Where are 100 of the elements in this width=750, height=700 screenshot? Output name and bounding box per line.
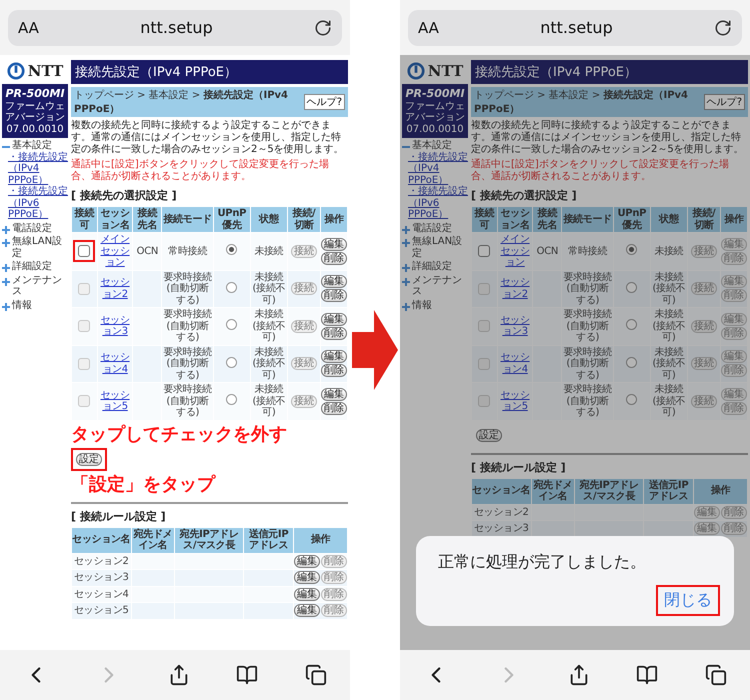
radio-button[interactable] (626, 244, 638, 255)
page-title: 接続先設定（IPv4 PPPoE） (71, 60, 348, 84)
column-header: 宛先IPアドレス/マスク長 (574, 478, 644, 504)
sidebar-item[interactable]: 基本設定 (402, 140, 468, 152)
column-header: 宛先ドメイン名 (531, 478, 575, 504)
minus-icon (2, 143, 10, 151)
section-heading: [ 接続ルール設定 ] (71, 508, 167, 524)
session-link[interactable]: メインセッション (98, 234, 132, 268)
table-button[interactable]: 編集 (294, 604, 320, 618)
section-heading: [ 接続先の選択設定 ] (471, 188, 578, 203)
sidebar-item[interactable]: 電話設定 (402, 222, 468, 234)
address-bar[interactable]: AA ntt.setup (8, 10, 342, 46)
table-cell: OCN (532, 232, 562, 270)
set-button[interactable]: 設定 (476, 428, 502, 442)
column-header: セッション名 (497, 206, 533, 232)
table-cell: 要求時接続(自動切断する) (562, 345, 614, 382)
table-cell: 要求時接続(自動切断する) (162, 308, 214, 345)
column-header: 接続/切断 (687, 206, 720, 232)
table-cell: 未接続(接続不可) (650, 270, 688, 308)
table-cell: 要求時接続(自動切断する) (562, 270, 614, 308)
sidebar-item[interactable]: 基本設定 (2, 140, 68, 152)
reload-icon[interactable] (714, 18, 732, 36)
callout-text: 「設定」をタップ (71, 474, 217, 496)
table-cell: 要求時接続(自動切断する) (162, 382, 214, 420)
column-header: 操作 (693, 478, 748, 504)
sidebar-item[interactable]: 情報 (402, 300, 468, 311)
page-title: 接続先設定（IPv4 PPPoE） (471, 60, 748, 84)
logo-text: NTT (428, 62, 464, 80)
section-heading: [ 接続ルール設定 ] (471, 460, 567, 474)
text-size-button[interactable]: AA (418, 18, 439, 36)
table-cell: 未接続 (250, 232, 288, 270)
firmware-label: ファームウェアバージョン (4, 101, 66, 123)
column-header: 操作 (720, 206, 748, 232)
breadcrumb: トップページ > 基本設定 > 接続先設定（IPv4 PPPoE） (74, 88, 290, 116)
text-size-button[interactable]: AA (18, 18, 39, 36)
column-header: UPnP優先 (613, 206, 650, 232)
sidebar-item[interactable]: 詳細設定 (402, 261, 468, 272)
table-button[interactable]: 編集 (320, 238, 347, 251)
reload-icon[interactable] (314, 18, 332, 36)
description-text: 複数の接続先と同時に接続するよう設定することができます。通常の通信にはメインセッションを使用し、指定した特定の条件に一致した場合のみセッション2～5を使用します。 (71, 120, 345, 156)
table-cell: 未接続(接続不可) (250, 345, 288, 382)
table-cell: 常時接続 (562, 232, 614, 270)
column-header: 接続モード (562, 206, 614, 232)
table-cell: 未接続(接続不可) (650, 382, 688, 420)
column-header: 状態 (250, 206, 288, 232)
url-text: ntt.setup (139, 18, 214, 37)
column-header: 送信元IPアドレス (244, 527, 294, 554)
set-button[interactable]: 設定 (76, 453, 102, 466)
firmware-version: 07.00.0010 (6, 124, 64, 135)
table-cell: 未接続(接続不可) (250, 308, 288, 345)
plus-icon (402, 302, 410, 310)
table-button[interactable]: 編集 (294, 588, 320, 601)
sidebar-item[interactable]: 詳細設定 (2, 261, 68, 272)
url-text: ntt.setup (539, 18, 614, 37)
table-button[interactable]: 編集 (294, 554, 320, 568)
logo-icon (6, 62, 25, 80)
table-cell: 要求時接続(自動切断する) (162, 345, 214, 382)
bookmarks-icon[interactable] (236, 664, 258, 686)
tabs-icon[interactable] (704, 664, 727, 686)
help-button[interactable]: ヘルプ? (704, 94, 745, 110)
column-header: セッション名 (472, 478, 532, 504)
sidebar-item[interactable]: 電話設定 (2, 222, 68, 234)
minus-icon (402, 143, 410, 151)
close-button[interactable]: 閉じる (656, 584, 720, 616)
breadcrumb: トップページ > 基本設定 > 接続先設定（IPv4 PPPoE） (474, 88, 690, 116)
checkbox[interactable] (78, 245, 90, 258)
sidebar-link[interactable]: ・接続先設定（IPv6 PPPoE） (2, 186, 68, 220)
column-header: 状態 (650, 206, 688, 232)
sidebar-item[interactable]: メンテナンス (2, 274, 68, 298)
column-header: 操作 (320, 206, 348, 232)
column-header: UPnP優先 (213, 206, 250, 232)
session-link[interactable]: メインセッション (498, 234, 532, 268)
sidebar-item[interactable]: 情報 (2, 300, 68, 311)
sidebar-link[interactable]: ・接続先設定（IPv6 PPPoE） (402, 186, 468, 220)
logo-text: NTT (28, 62, 64, 80)
sidebar-link[interactable]: ・接続先設定（IPv4 PPPoE） (402, 152, 468, 186)
column-header: 接続/切断 (287, 206, 320, 232)
sidebar-item[interactable]: メンテナンス (402, 274, 468, 298)
checkbox[interactable] (478, 245, 490, 258)
sidebar-item[interactable]: 無線LAN設定 (2, 236, 68, 259)
sidebar-item[interactable]: 無線LAN設定 (402, 236, 468, 259)
table-cell: セッション4 (72, 586, 132, 603)
arrow-icon (352, 310, 398, 390)
table-button[interactable]: 編集 (294, 571, 320, 584)
model-name: PR-500MI (5, 87, 65, 100)
table-button[interactable]: 削除 (320, 252, 347, 265)
help-button[interactable]: ヘルプ? (304, 94, 345, 110)
warning-text: 通話中に[設定]ボタンをクリックして設定変更を行った場合、通話が切断されることがあります。 (71, 159, 330, 183)
tabs-icon[interactable] (304, 664, 327, 686)
column-header: 送信元IPアドレス (644, 478, 694, 504)
column-header: 接続モード (162, 206, 214, 232)
bookmarks-icon[interactable] (636, 664, 658, 686)
warning-text: 通話中に[設定]ボタンをクリックして設定変更を行った場合、通話が切断されることがあります。 (471, 159, 730, 183)
sidebar-link[interactable]: ・接続先設定（IPv4 PPPoE） (2, 152, 68, 186)
table-cell: 要求時接続(自動切断する) (562, 382, 614, 420)
plus-icon (2, 302, 10, 310)
callout-text: タップしてチェックを外す (71, 424, 288, 446)
table-cell: 未接続(接続不可) (650, 345, 688, 382)
radio-button[interactable] (226, 244, 238, 255)
address-bar[interactable]: AA ntt.setup (408, 10, 742, 46)
